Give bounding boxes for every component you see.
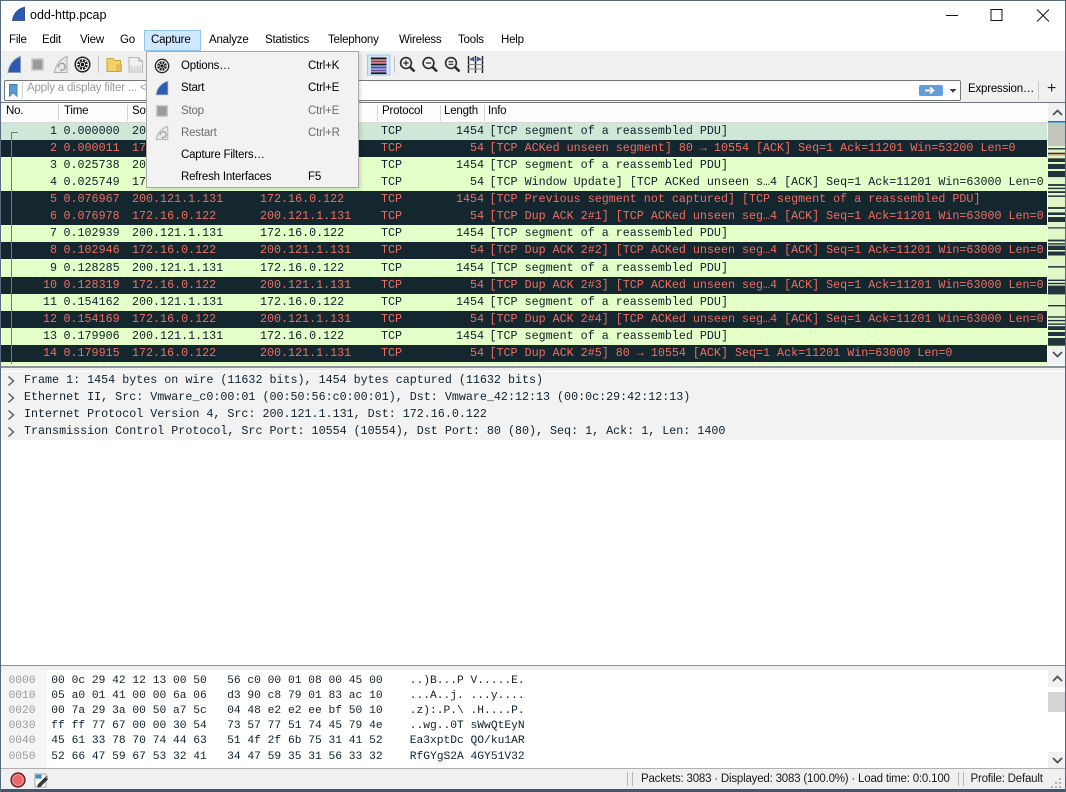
svg-text:010: 010 xyxy=(131,66,140,72)
